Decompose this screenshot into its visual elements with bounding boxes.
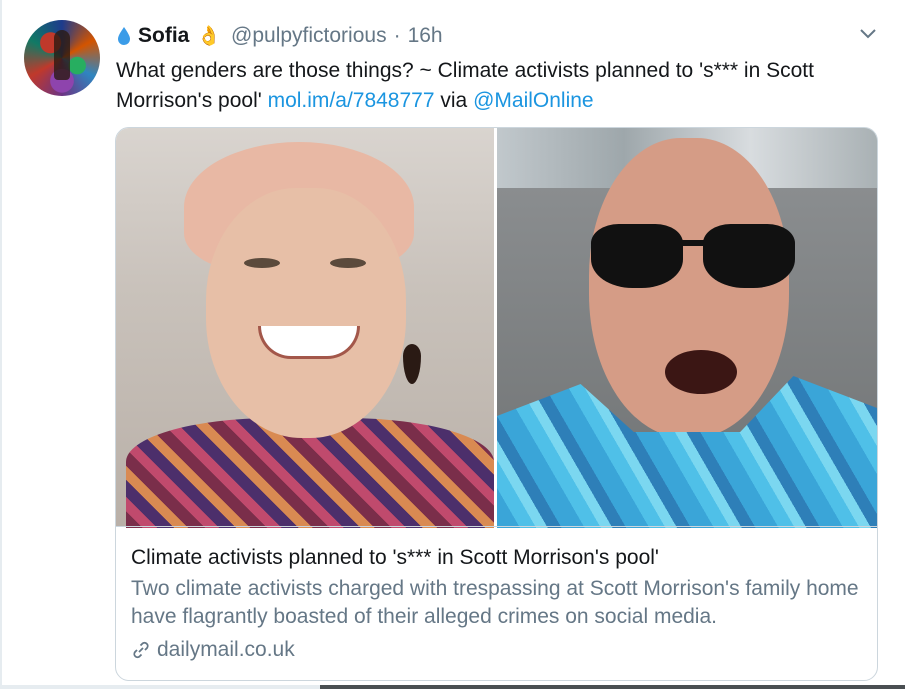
card-domain-text: dailymail.co.uk <box>157 638 295 661</box>
droplet-icon <box>118 27 130 45</box>
scrollbar-thumb[interactable] <box>320 685 905 689</box>
mention-link[interactable]: @MailOnline <box>473 89 594 112</box>
card-photo-left <box>116 128 494 528</box>
link-icon <box>133 641 149 659</box>
avatar[interactable] <box>24 20 100 96</box>
separator-dot: · <box>393 24 401 47</box>
tweet-link[interactable]: mol.im/a/7848777 <box>268 89 435 112</box>
ok-hand-emoji: 👌 <box>197 26 222 47</box>
card-domain[interactable]: dailymail.co.uk <box>131 636 295 664</box>
chevron-down-icon[interactable] <box>859 28 877 40</box>
tweet-timestamp[interactable]: 16h <box>408 24 443 48</box>
via-label: via <box>440 89 468 112</box>
card-title[interactable]: Climate activists planned to 's*** in Sc… <box>131 544 861 572</box>
user-handle[interactable]: @pulpyfictorious <box>231 24 387 48</box>
display-name[interactable]: Sofia <box>138 24 189 48</box>
tweet[interactable]: Sofia 👌 @pulpyfictorious · 16h What gend… <box>0 0 905 689</box>
tweet-text: What genders are those things? ~ Climate… <box>116 56 876 116</box>
link-card[interactable]: Climate activists planned to 's*** in Sc… <box>115 127 878 681</box>
card-photo-right <box>497 128 877 528</box>
tweet-header: Sofia 👌 @pulpyfictorious · 16h <box>116 22 443 50</box>
card-info[interactable]: Climate activists planned to 's*** in Sc… <box>116 526 877 680</box>
card-description: Two climate activists charged with tresp… <box>131 577 859 628</box>
scrollbar-track <box>0 685 905 689</box>
